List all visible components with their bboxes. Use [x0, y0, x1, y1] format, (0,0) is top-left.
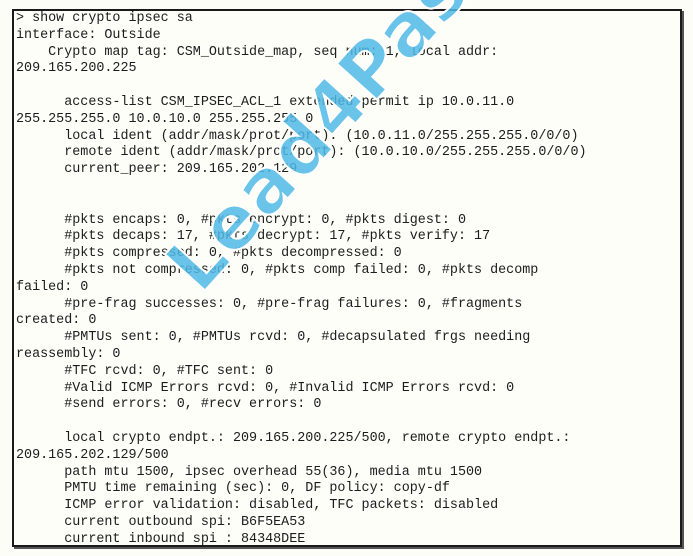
icmp-validation-line: ICMP error validation: disabled, TFC pac…: [16, 498, 499, 514]
inbound-spi-line: current inbound spi : 84348DEE: [16, 531, 306, 547]
pmtu-time-line: PMTU time remaining (sec): 0, DF policy:…: [16, 481, 450, 497]
fragments-created-line: created: 0: [16, 313, 97, 329]
reassembly-line: reassembly: 0: [16, 346, 121, 362]
pmtus-line: #PMTUs sent: 0, #PMTUs rcvd: 0, #decapsu…: [16, 330, 531, 346]
remote-ident-line: remote ident (addr/mask/prot/port): (10.…: [16, 145, 587, 161]
tfc-line: #TFC rcvd: 0, #TFC sent: 0: [16, 363, 274, 379]
command-prompt-line: > show crypto ipsec sa: [16, 11, 193, 26]
pkts-decaps-line: #pkts decaps: 17, #pkts decrypt: 17, #pk…: [16, 229, 491, 245]
pkts-decomp-failed-line: failed: 0: [16, 279, 89, 295]
pkts-encaps-line: #pkts encaps: 0, #pkts encrypt: 0, #pkts…: [16, 212, 466, 228]
terminal-output: > show crypto ipsec sa interface: Outsid…: [12, 9, 682, 547]
pre-frag-line: #pre-frag successes: 0, #pre-frag failur…: [16, 296, 523, 312]
access-list-cont-line: 255.255.255.0 10.0.10.0 255.255.255.0: [16, 111, 314, 127]
icmp-errors-line: #Valid ICMP Errors rcvd: 0, #Invalid ICM…: [16, 380, 515, 396]
send-recv-errors-line: #send errors: 0, #recv errors: 0: [16, 397, 322, 413]
pkts-not-compressed-line: #pkts not compressed: 0, #pkts comp fail…: [16, 262, 539, 278]
local-ident-line: local ident (addr/mask/prot/port): (10.0…: [16, 128, 579, 144]
crypto-endpt-line: local crypto endpt.: 209.165.200.225/500…: [16, 430, 571, 446]
access-list-line: access-list CSM_IPSEC_ACL_1 extended per…: [16, 94, 515, 110]
outbound-spi-line: current outbound spi: B6F5EA53: [16, 514, 306, 530]
remote-endpt-line: 209.165.202.129/500: [16, 447, 169, 463]
crypto-map-tag-line: Crypto map tag: CSM_Outside_map, seq num…: [16, 44, 499, 60]
current-peer-line: current_peer: 209.165.202.129: [16, 162, 298, 178]
pkts-compressed-line: #pkts compressed: 0, #pkts decompressed:…: [16, 246, 402, 262]
local-addr-line: 209.165.200.225: [16, 61, 137, 77]
interface-line: interface: Outside: [16, 27, 161, 43]
path-mtu-line: path mtu 1500, ipsec overhead 55(36), me…: [16, 464, 483, 480]
